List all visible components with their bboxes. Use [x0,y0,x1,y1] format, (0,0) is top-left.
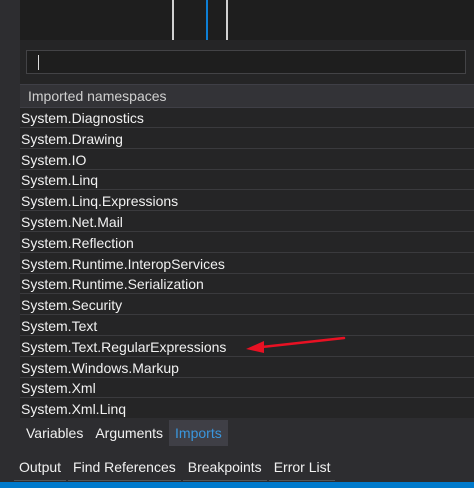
tool-tab-breakpoints[interactable]: Breakpoints [182,454,267,481]
imported-namespaces-header: Imported namespaces [20,84,474,108]
workflow-designer-window: Imported namespaces System.Diagnostics Sy… [0,0,474,488]
namespace-list-item[interactable]: System.Text.RegularExpressions [20,337,474,357]
tool-tab-find-references[interactable]: Find References [68,454,181,481]
namespace-list-item[interactable]: System.IO [20,150,474,170]
namespace-list-item[interactable]: System.Linq [20,170,474,191]
namespace-list-item[interactable]: System.Net.Mail [20,212,474,232]
designer-guide-line [226,0,228,40]
text-caret [38,55,39,70]
namespace-list-item[interactable]: System.Runtime.InteropServices [20,254,474,274]
namespace-list-item[interactable]: System.Xml [20,378,474,399]
namespace-list-item[interactable]: System.Linq.Expressions [20,191,474,212]
namespace-search-area [20,40,474,84]
namespace-list-item[interactable]: System.Security [20,295,474,316]
tab-imports[interactable]: Imports [169,420,228,446]
namespace-list-item[interactable]: System.Diagnostics [20,108,474,128]
namespace-list-item[interactable]: System.Reflection [20,233,474,253]
imports-panel: Imported namespaces System.Diagnostics Sy… [20,40,474,418]
designer-canvas[interactable] [20,0,474,40]
namespace-list-item[interactable]: System.Drawing [20,129,474,149]
tool-tab-error-list[interactable]: Error List [268,454,336,481]
tool-tab-output[interactable]: Output [14,454,67,481]
namespace-list-item[interactable]: System.Text [20,316,474,336]
tool-window-tab-bar: Output Find References Breakpoints Error Li… [0,452,474,482]
namespace-list-item[interactable]: System.Runtime.Serialization [20,274,474,295]
tab-variables[interactable]: Variables [20,420,89,446]
designer-guide-line [172,0,174,40]
namespace-search-input[interactable] [26,50,466,74]
designer-tab-bar: Variables Arguments Imports [20,420,474,446]
left-gutter [0,0,20,488]
imported-namespaces-list[interactable]: System.Diagnostics System.Drawing System.I… [20,108,474,418]
tab-arguments[interactable]: Arguments [89,420,169,446]
namespace-list-item[interactable]: System.Xml.Linq [20,399,474,418]
status-bar [0,482,474,488]
designer-guide-line-selected [206,0,208,40]
namespace-list-item[interactable]: System.Windows.Markup [20,358,474,378]
